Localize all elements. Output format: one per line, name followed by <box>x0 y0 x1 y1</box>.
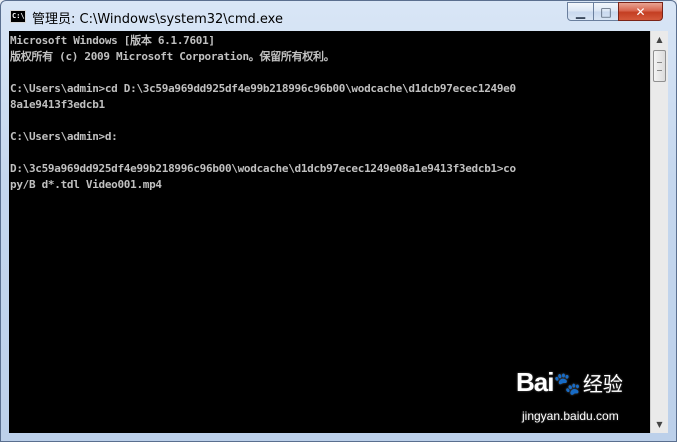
scroll-thumb[interactable] <box>653 50 666 82</box>
scroll-down-icon[interactable]: ▼ <box>651 416 668 433</box>
minimize-button[interactable]: ▁ <box>567 2 594 21</box>
console-line: 版权所有 (c) 2009 Microsoft Corporation。保留所有… <box>10 50 335 63</box>
vertical-scrollbar[interactable]: ▲ ▼ <box>650 31 668 433</box>
console-line: Microsoft Windows [版本 6.1.7601] <box>10 34 215 47</box>
console-line: D:\3c59a969dd925df4e99b218996c96b00\wodc… <box>10 162 516 175</box>
console-line: C:\Users\admin>d: <box>10 130 118 143</box>
paw-icon: 🐾 <box>553 372 581 397</box>
watermark-url: jingyan.baidu.com <box>522 409 619 423</box>
baidu-jingyan-watermark: Bai🐾 经验 jingyan.baidu.com <box>516 367 623 423</box>
cmd-app-icon[interactable]: C:\ <box>10 10 26 23</box>
close-button[interactable]: ✕ <box>618 2 663 21</box>
scroll-up-icon[interactable]: ▲ <box>651 31 668 48</box>
console-line: 8a1e9413f3edcb1 <box>10 98 105 111</box>
watermark-brand: Bai <box>516 367 554 397</box>
window-title: 管理员: C:\Windows\system32\cmd.exe <box>32 12 283 27</box>
console-line: C:\Users\admin>cd D:\3c59a969dd925df4e99… <box>10 82 516 95</box>
console-line: py/B d*.tdl Video001.mp4 <box>10 178 162 191</box>
watermark-jingyan: 经验 <box>582 372 623 396</box>
maximize-button[interactable]: □ <box>593 2 619 21</box>
cmd-window: C:\ 管理员: C:\Windows\system32\cmd.exe ▁ □… <box>0 0 677 442</box>
title-bar[interactable]: C:\ 管理员: C:\Windows\system32\cmd.exe ▁ □… <box>1 1 676 33</box>
